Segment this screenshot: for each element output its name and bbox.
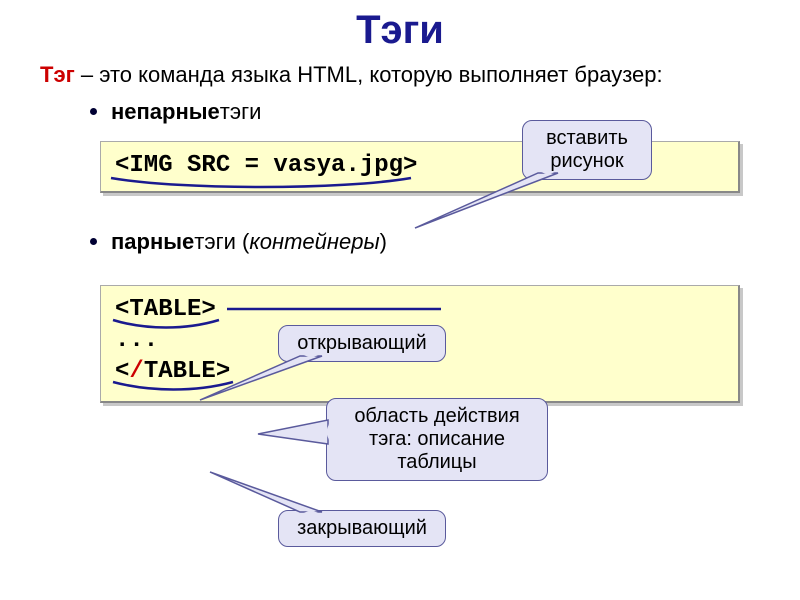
callout-scope: область действия тэга: описание таблицы <box>326 398 548 481</box>
bullet-unpaired-rest: тэги <box>220 99 262 125</box>
bullet-list: непарные тэги <box>0 99 800 125</box>
bullet-paired: парные тэги (контейнеры) <box>90 229 800 255</box>
callout-line: область действия <box>341 405 533 428</box>
callout-line: вставить <box>537 127 637 150</box>
callout-line: закрывающий <box>297 517 427 539</box>
callout-line: открывающий <box>297 332 426 354</box>
callout-line: рисунок <box>537 150 637 173</box>
tag-definition: Тэг – это команда языка HTML, которую вы… <box>0 53 800 89</box>
callout-closing: закрывающий <box>278 510 446 547</box>
definition-term: Тэг <box>40 62 75 87</box>
callout-line: таблицы <box>341 451 533 474</box>
bullet-list-2: парные тэги (контейнеры) <box>0 229 800 255</box>
callout-line: тэга: описание <box>341 428 533 451</box>
bullet-unpaired-bold: непарные <box>111 99 220 125</box>
bullet-paired-ital: контейнеры <box>249 229 379 255</box>
code-line-open: <TABLE> <box>115 294 724 325</box>
definition-rest: – это команда языка HTML, которую выполн… <box>75 62 663 87</box>
bullet-dot-icon <box>90 108 97 115</box>
callout-insert-image: вставить рисунок <box>522 120 652 180</box>
bullet-paired-rest: тэги ( <box>194 229 249 255</box>
bullet-unpaired: непарные тэги <box>90 99 800 125</box>
bullet-dot-icon <box>90 238 97 245</box>
bullet-paired-close: ) <box>380 229 387 255</box>
callout-opening: открывающий <box>278 325 446 362</box>
page-title: Тэги <box>0 0 800 53</box>
bullet-paired-bold: парные <box>111 229 194 255</box>
